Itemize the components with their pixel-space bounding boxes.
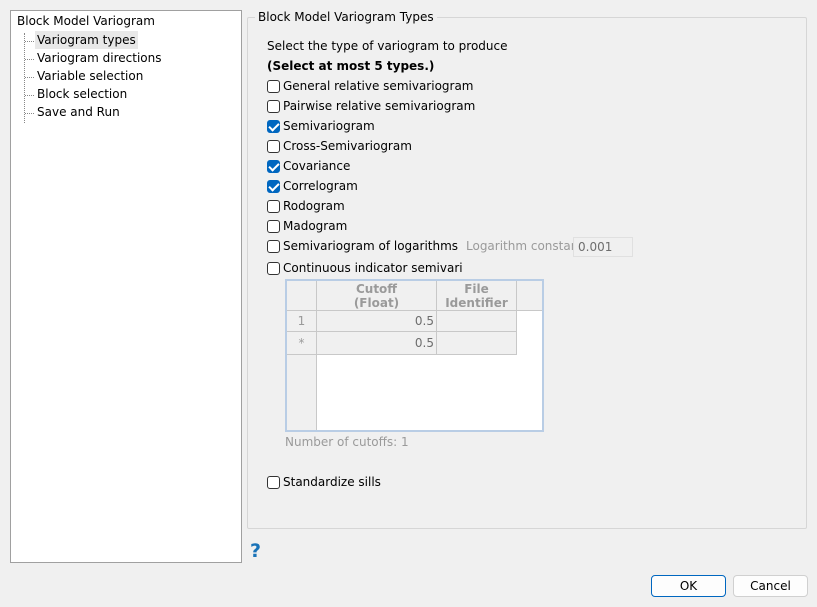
file-identifier-cell-new[interactable] <box>437 332 517 355</box>
row-header: 1 <box>287 311 317 332</box>
row-header-new: * <box>287 332 317 355</box>
navigation-tree: Block Model Variogram Variogram types Va… <box>10 10 242 563</box>
limit-text: (Select at most 5 types.) <box>267 59 435 73</box>
type-checkbox[interactable] <box>267 80 280 93</box>
tree-root[interactable]: Block Model Variogram <box>17 14 155 28</box>
header-filler <box>517 281 542 311</box>
type-checkbox[interactable] <box>267 180 280 193</box>
type-label[interactable]: Pairwise relative semivariogram <box>283 99 475 113</box>
type-label[interactable]: Madogram <box>283 219 347 233</box>
type-checkbox[interactable] <box>267 160 280 173</box>
log-constant-label: Logarithm constant <box>466 239 584 253</box>
standardize-sills-label[interactable]: Standardize sills <box>283 475 381 489</box>
type-label[interactable]: Rodogram <box>283 199 345 213</box>
tree-connector <box>24 33 25 123</box>
file-identifier-cell[interactable] <box>437 311 517 332</box>
type-checkbox[interactable] <box>267 120 280 133</box>
type-label[interactable]: Covariance <box>283 159 350 173</box>
ok-button[interactable]: OK <box>651 575 726 597</box>
type-label[interactable]: General relative semivariogram <box>283 79 474 93</box>
tree-connector <box>25 41 34 42</box>
cancel-button[interactable]: Cancel <box>733 575 808 597</box>
type-label[interactable]: Semivariogram of logarithms <box>283 239 458 253</box>
type-checkbox[interactable] <box>267 200 280 213</box>
tree-item-variable-selection[interactable]: Variable selection <box>35 67 145 85</box>
tree-connector <box>25 95 34 96</box>
row-header-filler <box>287 355 317 430</box>
tree-connector <box>25 77 34 78</box>
cutoff-cell[interactable]: 0.5 <box>317 311 437 332</box>
corner-header <box>287 281 317 311</box>
standardize-sills-checkbox[interactable] <box>267 476 280 489</box>
tree-connector <box>25 59 34 60</box>
instruction-text: Select the type of variogram to produce <box>267 39 508 53</box>
tree-item-save-and-run[interactable]: Save and Run <box>35 103 122 121</box>
cutoff-table[interactable]: Cutoff (Float) File Identifier 1 0.5 * 0… <box>285 279 544 432</box>
type-label[interactable]: Semivariogram <box>283 119 375 133</box>
tree-item-variogram-types[interactable]: Variogram types <box>35 31 138 49</box>
group-title: Block Model Variogram Types <box>255 10 437 24</box>
column-header-cutoff[interactable]: Cutoff (Float) <box>317 281 437 311</box>
type-label[interactable]: Correlogram <box>283 179 358 193</box>
type-checkbox[interactable] <box>267 140 280 153</box>
column-header-file-identifier[interactable]: File Identifier <box>437 281 517 311</box>
type-label[interactable]: Continuous indicator semivariogra <box>283 261 463 275</box>
tree-connector <box>25 113 34 114</box>
cutoff-count: Number of cutoffs: 1 <box>285 435 409 449</box>
type-checkbox[interactable] <box>267 240 280 253</box>
log-constant-input[interactable]: 0.001 <box>573 237 633 257</box>
type-checkbox[interactable] <box>267 100 280 113</box>
tree-item-variogram-directions[interactable]: Variogram directions <box>35 49 164 67</box>
type-checkbox[interactable] <box>267 262 280 275</box>
help-icon[interactable]: ? <box>250 540 261 562</box>
type-checkbox[interactable] <box>267 220 280 233</box>
type-label[interactable]: Cross-Semivariogram <box>283 139 412 153</box>
tree-item-block-selection[interactable]: Block selection <box>35 85 129 103</box>
cutoff-cell-new[interactable]: 0.5 <box>317 332 437 355</box>
